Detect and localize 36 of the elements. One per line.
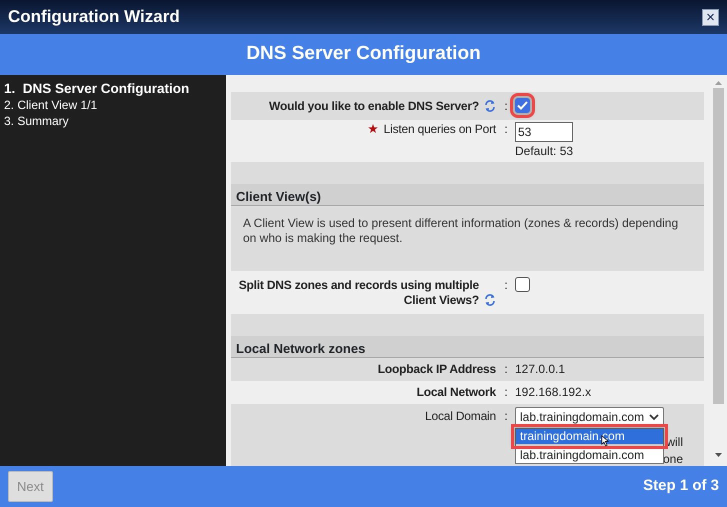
colon-separator: : — [504, 122, 508, 136]
dropdown-option[interactable]: trainingdomain.com — [516, 429, 663, 444]
refresh-icon[interactable] — [484, 293, 496, 307]
refresh-icon[interactable] — [484, 99, 496, 113]
field-value: 192.168.192.x — [515, 385, 592, 399]
colon-separator: : — [504, 409, 508, 423]
colon-separator: : — [504, 278, 508, 292]
field-label: Local Network — [416, 385, 496, 400]
domain-dropdown[interactable]: lab.trainingdomain.com — [515, 407, 664, 427]
field-label: Listen queries on Port — [384, 122, 496, 137]
field-value: 127.0.0.1 — [515, 362, 566, 376]
close-button[interactable]: × — [702, 8, 719, 26]
hint-text: one — [662, 452, 683, 466]
field-label: Loopback IP Address — [378, 362, 496, 377]
page-heading: DNS Server Configuration — [246, 42, 481, 66]
colon-separator: : — [504, 99, 508, 113]
field-label: Split DNS zones and records using multiple Client Views? — [238, 278, 479, 308]
description-text: A Client View is used to present different information (zones & records) depending on who is making the request. — [243, 216, 678, 245]
step-item[interactable]: 1. DNS Server Configuration — [4, 81, 226, 97]
step-item[interactable]: 2. Client View 1/1 — [4, 97, 226, 113]
field-label: Would you like to enable DNS Server? — [269, 99, 479, 114]
dropdown-list[interactable]: trainingdomain.com lab.trainingdomain.com — [515, 428, 664, 464]
section-heading: Client View(s) — [231, 184, 704, 206]
window-title: Configuration Wizard — [8, 6, 180, 28]
step-item[interactable]: 3. Summary — [4, 113, 226, 129]
default-hint: Default: 53 — [515, 144, 574, 159]
checkbox[interactable] — [515, 277, 530, 292]
caret-icon — [649, 414, 659, 420]
section-heading: Local Network zones — [231, 336, 704, 358]
scrollbar-thumb[interactable] — [713, 88, 724, 404]
field-label: Local Domain — [425, 409, 496, 424]
port-field[interactable]: 53 — [515, 122, 573, 142]
dropdown-option[interactable]: lab.trainingdomain.com — [516, 444, 663, 463]
step-counter: Step 1 of 3 — [643, 476, 719, 496]
colon-separator: : — [504, 385, 508, 399]
colon-separator: : — [504, 362, 508, 376]
